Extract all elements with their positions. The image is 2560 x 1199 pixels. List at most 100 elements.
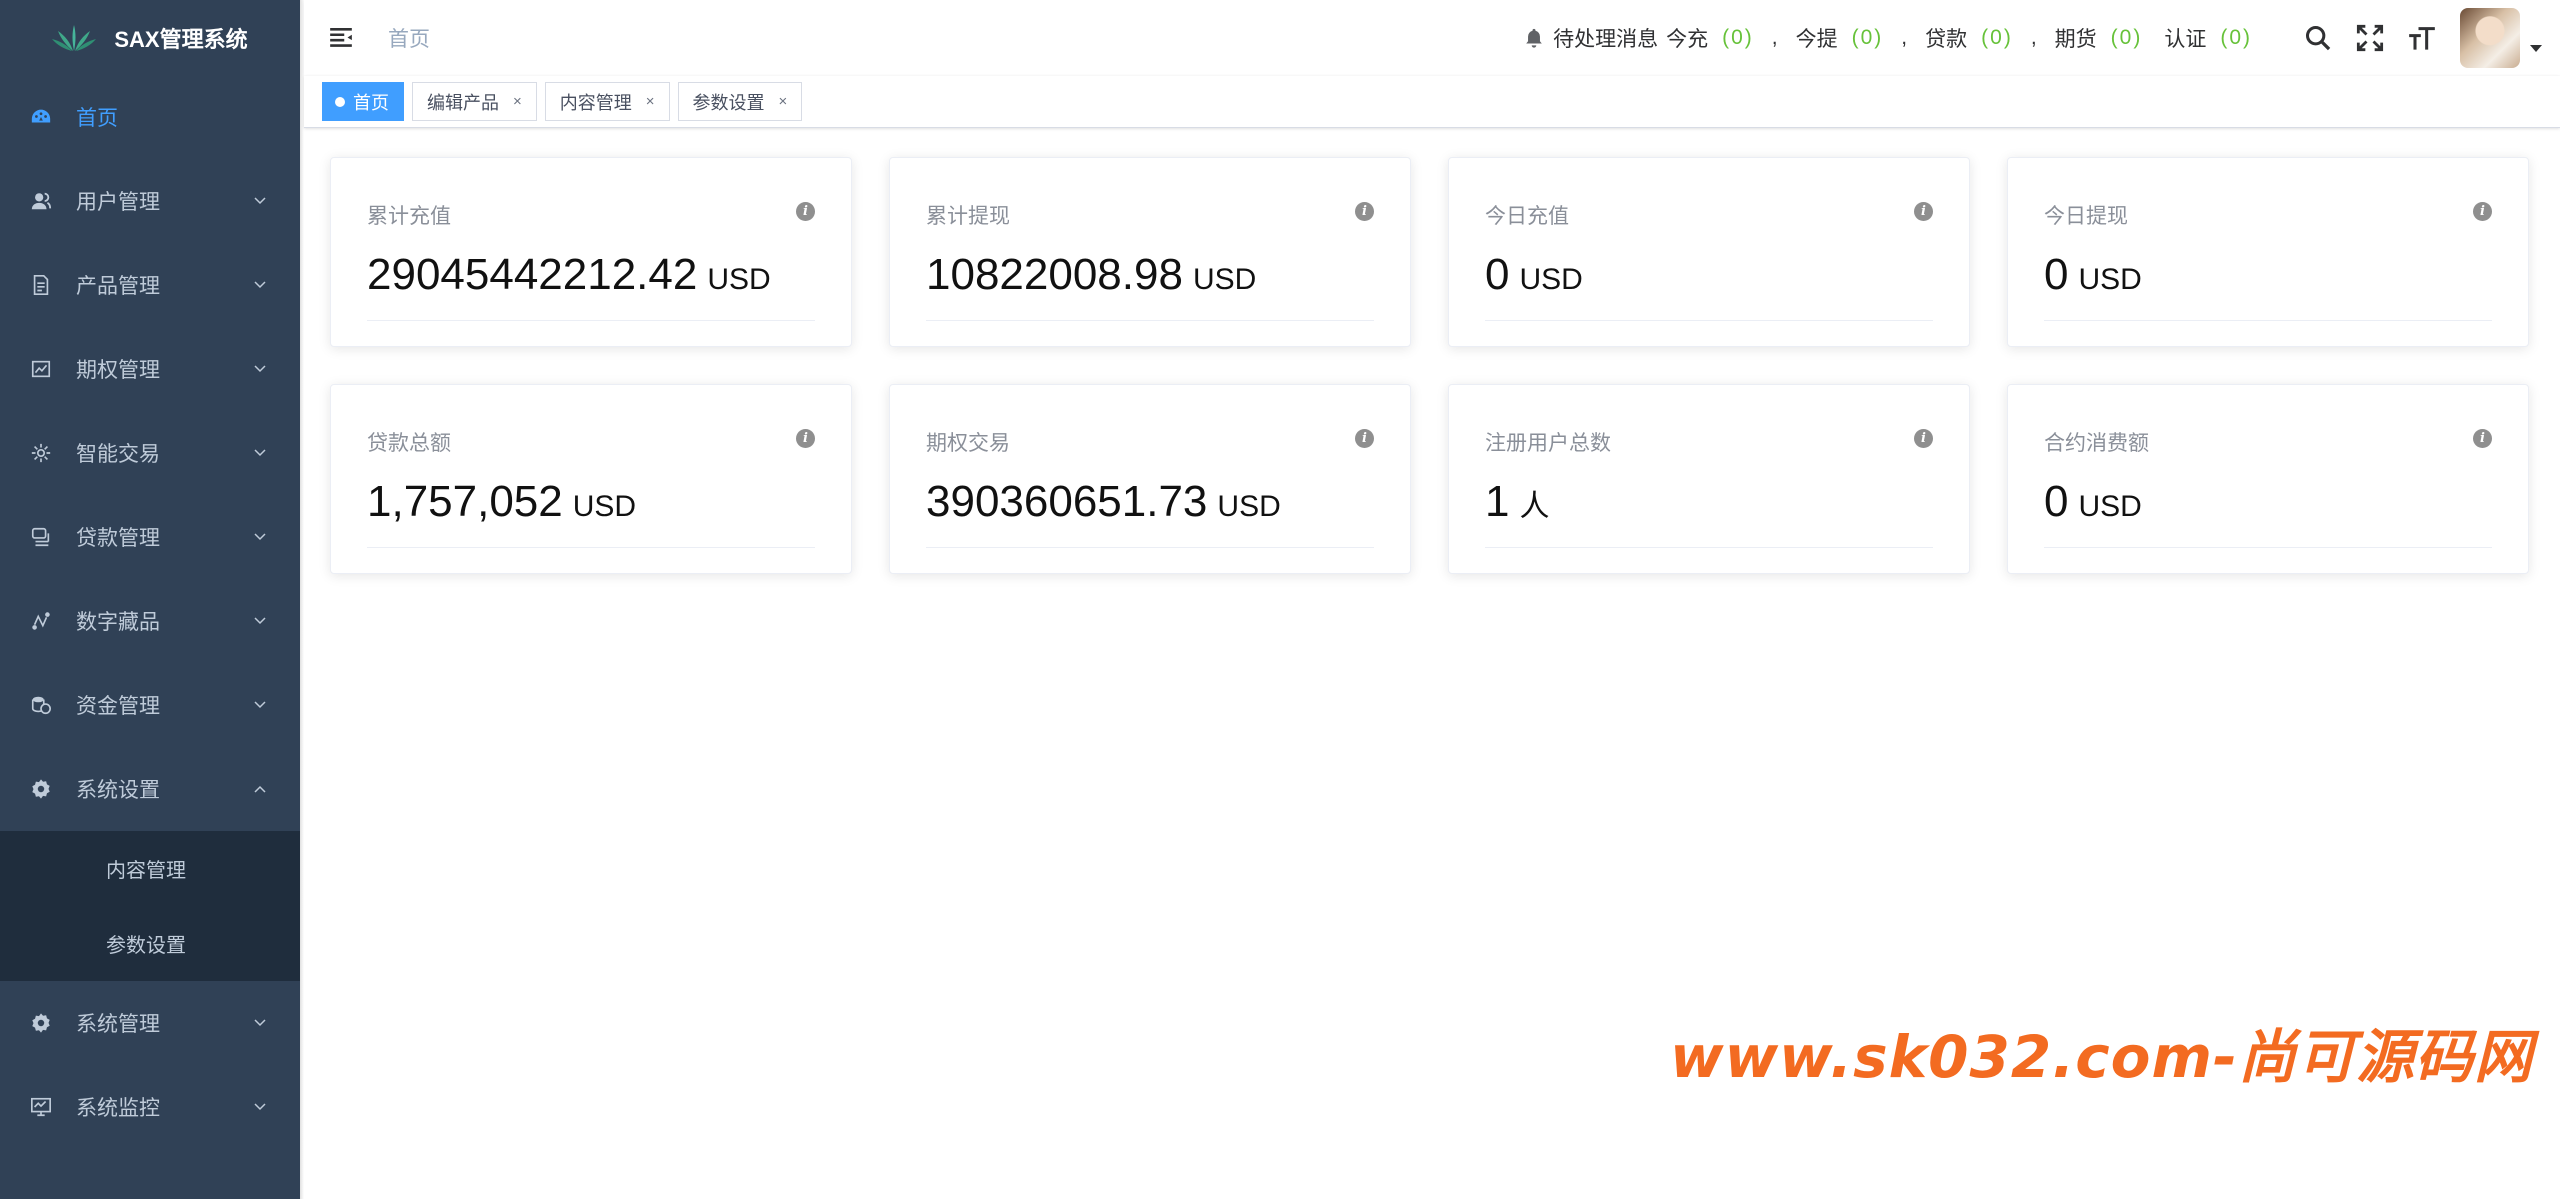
sidebar-item-system-monitor[interactable]: 系统监控 (0, 1065, 300, 1149)
tag-home[interactable]: 首页 (322, 82, 404, 121)
info-icon[interactable]: i (1355, 429, 1374, 448)
sidebar-item-products[interactable]: 产品管理 (0, 243, 300, 327)
notice-separator: , (2030, 26, 2037, 49)
stat-card-registered-users: 注册用户总数 i 1人 (1448, 384, 1970, 574)
sidebar-item-system-admin[interactable]: 系统管理 (0, 981, 300, 1065)
search-button[interactable] (2292, 0, 2344, 76)
submenu-item-content[interactable]: 内容管理 (0, 831, 300, 906)
close-icon[interactable]: × (513, 93, 522, 110)
info-icon[interactable]: i (796, 202, 815, 221)
sidebar-item-system-settings[interactable]: 系统设置 (0, 747, 300, 831)
stat-unit: USD (1192, 263, 1257, 296)
info-icon[interactable]: i (796, 429, 815, 448)
divider (1485, 547, 1933, 548)
caret-down-icon[interactable] (2530, 44, 2542, 52)
divider (367, 547, 815, 548)
stat-label: 合约消费额 (2044, 432, 2149, 455)
chevron-down-icon (254, 701, 266, 709)
stat-label: 累计充值 (367, 205, 451, 228)
close-icon[interactable]: × (646, 93, 655, 110)
navbar-right: 待处理消息 今充 (0) , 今提 (0) , 贷款 (0) , 期货 (0) … (1523, 0, 2560, 76)
chevron-down-icon (254, 1019, 266, 1027)
chevron-up-icon (254, 785, 266, 793)
stat-card-total-withdraw: 累计提现 i 10822008.98 USD (889, 157, 1411, 347)
pending-notice[interactable]: 待处理消息 今充 (0) , 今提 (0) , 贷款 (0) , 期货 (0) … (1523, 23, 2256, 53)
notice-label-loan: 贷款 (1925, 28, 1968, 51)
bell-icon (1526, 28, 1542, 48)
stat-number: 1 (1485, 477, 1510, 526)
info-icon[interactable]: i (1914, 202, 1933, 221)
stat-unit: USD (1217, 490, 1281, 523)
sidebar-item-label: 数字藏品 (76, 611, 160, 634)
sidebar-item-home[interactable]: 首页 (0, 75, 300, 159)
chevron-down-icon (254, 1103, 266, 1111)
stat-card-total-recharge: 累计充值 i 29045442212.42 USD (330, 157, 852, 347)
divider (926, 320, 1374, 321)
sidebar: SAX管理系统 首页 用户管理 产品管理 期权管理 智能交易 贷款管理 数字藏品… (0, 0, 300, 1199)
active-dot-icon (335, 96, 345, 107)
stat-value: 29045442212.42 USD (367, 250, 771, 300)
tag-param-settings[interactable]: 参数设置 × (677, 82, 803, 121)
sidebar-item-options[interactable]: 期权管理 (0, 327, 300, 411)
sidebar-item-loans[interactable]: 贷款管理 (0, 495, 300, 579)
sidebar-shadow (300, 0, 304, 1199)
notice-count-withdraw: (0) (1851, 26, 1884, 49)
chevron-down-icon (254, 281, 266, 289)
stat-label: 注册用户总数 (1485, 432, 1611, 455)
breadcrumb[interactable]: 首页 (388, 23, 430, 53)
sidebar-item-label: 用户管理 (76, 191, 160, 214)
hamburger-icon[interactable] (326, 23, 356, 53)
fullscreen-icon (2356, 24, 2384, 52)
stat-value: 0 USD (1485, 250, 1583, 300)
stat-unit: USD (707, 263, 771, 296)
tag-label: 首页 (353, 92, 389, 113)
submenu-item-params[interactable]: 参数设置 (0, 906, 300, 981)
stat-number: 390360651.73 (926, 477, 1208, 526)
avatar[interactable] (2460, 8, 2520, 68)
tag-edit-product[interactable]: 编辑产品 × (412, 82, 537, 121)
sidebar-item-label: 资金管理 (76, 695, 160, 718)
tag-label: 内容管理 (559, 92, 632, 113)
money-icon (28, 524, 54, 550)
chevron-down-icon (254, 617, 266, 625)
chevron-down-icon (254, 365, 266, 373)
user-icon (28, 188, 54, 214)
tags-view: 首页 编辑产品 × 内容管理 × 参数设置 × (304, 76, 2560, 128)
logo-icon (52, 24, 97, 51)
notice-title: 待处理消息 (1553, 28, 1659, 51)
stat-number: 0 (2044, 250, 2069, 299)
sidebar-item-users[interactable]: 用户管理 (0, 159, 300, 243)
stat-card-today-recharge: 今日充值 i 0 USD (1448, 157, 1970, 347)
font-size-icon (2409, 27, 2435, 50)
tag-content-management[interactable]: 内容管理 × (544, 82, 670, 121)
divider (1485, 320, 1933, 321)
stat-value: 10822008.98 USD (926, 250, 1256, 300)
notice-label-futures: 期货 (2054, 28, 2097, 51)
font-size-button[interactable] (2396, 0, 2448, 76)
info-icon[interactable]: i (2473, 429, 2492, 448)
stat-number: 29045442212.42 (367, 250, 698, 299)
sidebar-item-label: 系统管理 (76, 1013, 160, 1036)
notice-count-verify: (0) (2220, 26, 2252, 49)
divider (367, 320, 815, 321)
tag-label: 编辑产品 (427, 92, 499, 113)
divider (2044, 320, 2492, 321)
sidebar-item-smart-trade[interactable]: 智能交易 (0, 411, 300, 495)
close-icon[interactable]: × (779, 93, 788, 110)
info-icon[interactable]: i (1914, 429, 1933, 448)
fullscreen-button[interactable] (2344, 0, 2396, 76)
chart-icon (28, 356, 54, 382)
sidebar-item-nft[interactable]: 数字藏品 (0, 579, 300, 663)
stat-card-today-withdraw: 今日提现 i 0 USD (2007, 157, 2529, 347)
info-icon[interactable]: i (2473, 202, 2492, 221)
stat-label: 今日充值 (1485, 205, 1569, 228)
submenu-item-label: 内容管理 (106, 860, 186, 882)
gear-small-icon (28, 440, 54, 466)
notice-label-withdraw: 今提 (1795, 28, 1838, 51)
info-icon[interactable]: i (1355, 202, 1374, 221)
stat-number: 0 (1485, 250, 1510, 299)
sidebar-item-funds[interactable]: 资金管理 (0, 663, 300, 747)
settings-submenu: 内容管理 参数设置 (0, 831, 300, 981)
notice-count-loan: (0) (1981, 26, 2013, 49)
logo[interactable]: SAX管理系统 (0, 0, 300, 75)
